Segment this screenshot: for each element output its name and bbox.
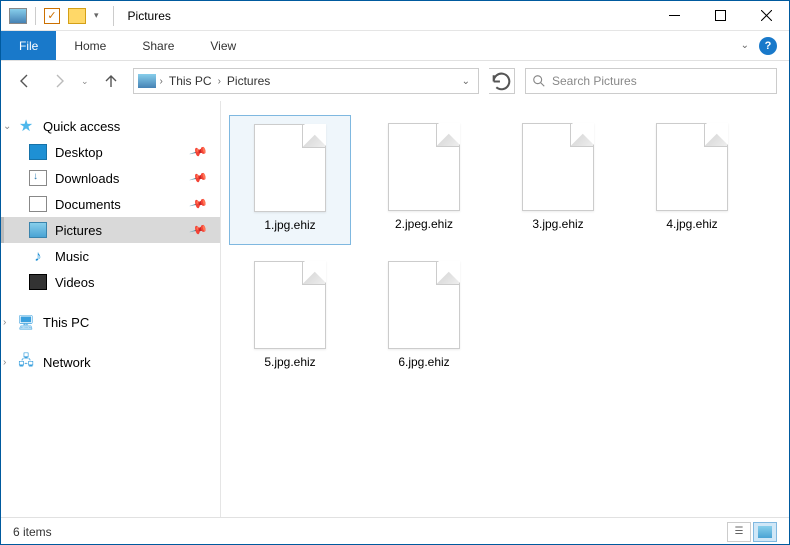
- chevron-right-icon[interactable]: ›: [160, 76, 163, 87]
- star-icon: ★: [17, 118, 35, 134]
- file-icon: [656, 123, 728, 211]
- nav-item-documents[interactable]: Documents 📌: [1, 191, 220, 217]
- help-button[interactable]: ?: [759, 37, 777, 55]
- navigation-pane: ⌄ ★ Quick access Desktop 📌 Downloads 📌 D…: [1, 101, 221, 517]
- file-item[interactable]: 6.jpg.ehiz: [363, 253, 485, 383]
- tab-view[interactable]: View: [192, 31, 254, 60]
- nav-item-downloads[interactable]: Downloads 📌: [1, 165, 220, 191]
- file-name: 2.jpeg.ehiz: [395, 217, 453, 231]
- window-title: Pictures: [128, 9, 171, 23]
- up-button[interactable]: [99, 69, 123, 93]
- nav-label: Network: [43, 355, 91, 370]
- file-item[interactable]: 3.jpg.ehiz: [497, 115, 619, 245]
- pictures-icon: [29, 222, 47, 238]
- file-icon: [254, 124, 326, 212]
- nav-item-videos[interactable]: Videos: [1, 269, 220, 295]
- ribbon: File Home Share View ⌄ ?: [1, 31, 789, 61]
- pin-icon: 📌: [189, 142, 209, 162]
- search-placeholder: Search Pictures: [552, 74, 637, 88]
- breadcrumb-item[interactable]: This PC: [167, 74, 214, 88]
- file-name: 6.jpg.ehiz: [398, 355, 449, 369]
- app-icon[interactable]: [9, 8, 27, 24]
- file-name: 3.jpg.ehiz: [532, 217, 583, 231]
- file-item[interactable]: 2.jpeg.ehiz: [363, 115, 485, 245]
- nav-label: Pictures: [55, 223, 102, 238]
- videos-icon: [29, 274, 47, 290]
- downloads-icon: [29, 170, 47, 186]
- nav-item-music[interactable]: ♪ Music: [1, 243, 220, 269]
- view-details-button[interactable]: ☰: [727, 522, 751, 542]
- chevron-right-icon[interactable]: ›: [218, 76, 221, 87]
- nav-label: Music: [55, 249, 89, 264]
- file-icon: [388, 261, 460, 349]
- desktop-icon: [29, 144, 47, 160]
- expand-icon[interactable]: ›: [3, 317, 6, 328]
- file-list[interactable]: 1.jpg.ehiz 2.jpeg.ehiz 3.jpg.ehiz 4.jpg.ehi…: [221, 101, 789, 517]
- qat-properties-icon[interactable]: ✓: [44, 8, 60, 24]
- forward-button[interactable]: [47, 69, 71, 93]
- address-bar[interactable]: › This PC › Pictures ⌄: [133, 68, 479, 94]
- file-name: 1.jpg.ehiz: [264, 218, 315, 232]
- nav-quick-access[interactable]: ⌄ ★ Quick access: [1, 113, 220, 139]
- search-input[interactable]: Search Pictures: [525, 68, 777, 94]
- pin-icon: 📌: [189, 220, 209, 240]
- nav-label: Quick access: [43, 119, 120, 134]
- address-row: ⌄ › This PC › Pictures ⌄ Search Pictures: [1, 61, 789, 101]
- refresh-button[interactable]: [489, 68, 515, 94]
- nav-label: Videos: [55, 275, 95, 290]
- file-name: 4.jpg.ehiz: [666, 217, 717, 231]
- documents-icon: [29, 196, 47, 212]
- nav-this-pc[interactable]: › 🖥 This PC: [1, 309, 220, 335]
- computer-icon: 🖥: [17, 314, 35, 330]
- file-item[interactable]: 4.jpg.ehiz: [631, 115, 753, 245]
- qat-dropdown-icon[interactable]: ▾: [94, 10, 99, 21]
- music-icon: ♪: [29, 248, 47, 264]
- maximize-button[interactable]: [697, 1, 743, 31]
- network-icon: 🖧: [17, 354, 35, 370]
- recent-dropdown-icon[interactable]: ⌄: [81, 76, 89, 87]
- main-content: ⌄ ★ Quick access Desktop 📌 Downloads 📌 D…: [1, 101, 789, 517]
- search-icon: [532, 74, 546, 88]
- file-tab[interactable]: File: [1, 31, 56, 60]
- nav-network[interactable]: › 🖧 Network: [1, 349, 220, 375]
- file-item[interactable]: 5.jpg.ehiz: [229, 253, 351, 383]
- expand-icon[interactable]: ›: [3, 357, 6, 368]
- file-name: 5.jpg.ehiz: [264, 355, 315, 369]
- nav-item-pictures[interactable]: Pictures 📌: [1, 217, 220, 243]
- nav-label: Documents: [55, 197, 121, 212]
- nav-label: Downloads: [55, 171, 119, 186]
- nav-label: This PC: [43, 315, 89, 330]
- file-icon: [522, 123, 594, 211]
- qat-newfolder-icon[interactable]: [68, 8, 86, 24]
- breadcrumb-item[interactable]: Pictures: [225, 74, 272, 88]
- minimize-button[interactable]: [651, 1, 697, 31]
- location-icon: [138, 74, 156, 88]
- view-thumbnails-button[interactable]: [753, 522, 777, 542]
- tab-share[interactable]: Share: [124, 31, 192, 60]
- pin-icon: 📌: [189, 194, 209, 214]
- pin-icon: 📌: [189, 168, 209, 188]
- close-button[interactable]: [743, 1, 789, 31]
- file-item[interactable]: 1.jpg.ehiz: [229, 115, 351, 245]
- status-bar: 6 items ☰: [1, 517, 789, 545]
- title-bar: ✓ ▾ Pictures: [1, 1, 789, 31]
- file-icon: [388, 123, 460, 211]
- tab-home[interactable]: Home: [56, 31, 124, 60]
- address-dropdown-icon[interactable]: ⌄: [462, 76, 474, 87]
- file-icon: [254, 261, 326, 349]
- collapse-icon[interactable]: ⌄: [3, 121, 11, 132]
- back-button[interactable]: [13, 69, 37, 93]
- status-text: 6 items: [13, 525, 52, 539]
- nav-label: Desktop: [55, 145, 103, 160]
- ribbon-expand-icon[interactable]: ⌄: [741, 40, 749, 51]
- nav-item-desktop[interactable]: Desktop 📌: [1, 139, 220, 165]
